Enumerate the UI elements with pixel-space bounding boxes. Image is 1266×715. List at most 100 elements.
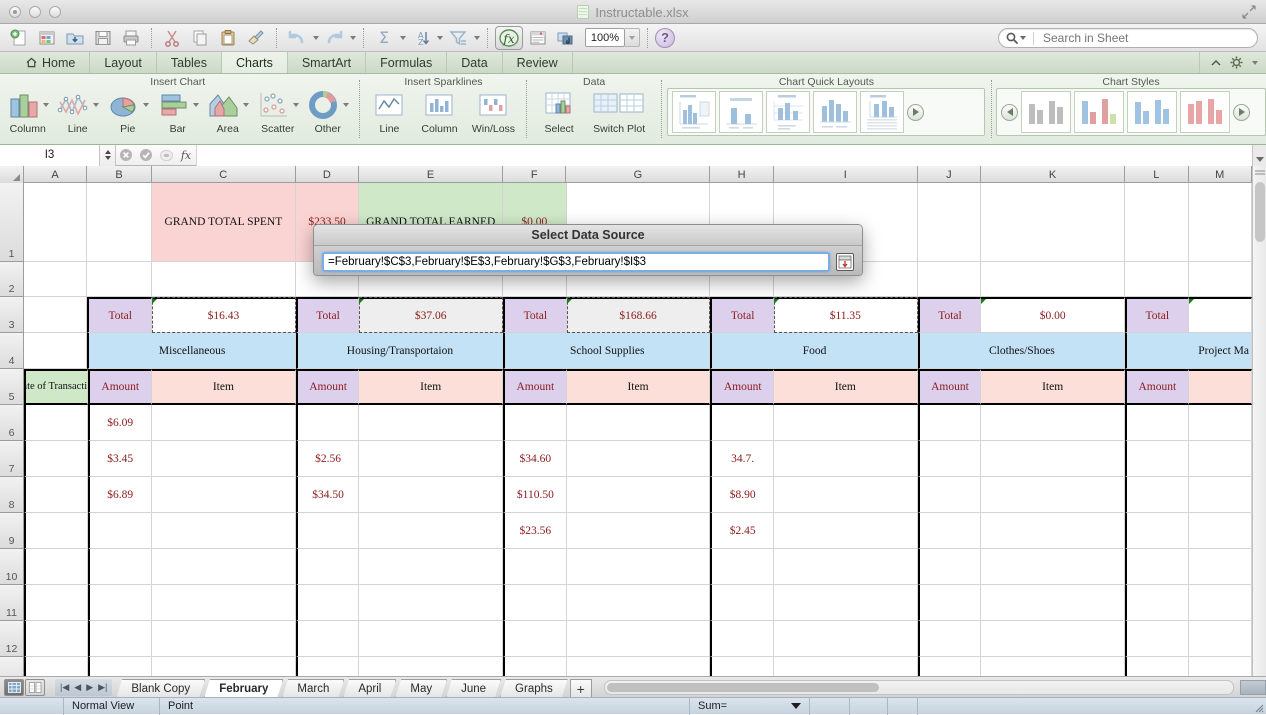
cell-H11[interactable]	[710, 585, 774, 621]
sheet-tab-june[interactable]: June	[446, 679, 501, 698]
collapse-dialog-icon[interactable]	[836, 252, 854, 271]
cell-E4[interactable]: Housing/Transportaion	[295, 333, 504, 369]
cell-L6[interactable]	[1125, 405, 1189, 441]
cell-C5[interactable]: Item	[151, 369, 296, 405]
cell-F7[interactable]: $34.60	[503, 441, 567, 477]
format-painter-icon[interactable]	[243, 26, 269, 50]
cell-H7[interactable]: 34.7.	[710, 441, 774, 477]
cell-K7[interactable]	[981, 441, 1126, 477]
column-header-H[interactable]: H	[710, 166, 774, 183]
cell-K8[interactable]	[981, 477, 1126, 513]
paste-icon[interactable]	[215, 26, 241, 50]
cell-E3[interactable]: $37.06	[359, 297, 504, 333]
cell-M11[interactable]	[1188, 585, 1253, 621]
chart-scatter-button[interactable]: Scatter	[253, 88, 303, 135]
cell-C1[interactable]: GRAND TOTAL SPENT	[151, 183, 296, 262]
scatter-chart-caret-icon[interactable]	[292, 103, 299, 107]
cell-C9[interactable]	[151, 513, 296, 549]
cell-A8[interactable]	[24, 477, 88, 513]
formula-builder-icon[interactable]: fx	[495, 25, 523, 50]
column-header-E[interactable]: E	[359, 166, 503, 183]
quick-layout-thumb-1[interactable]	[672, 91, 717, 133]
formula-input[interactable]	[196, 144, 1252, 166]
expand-window-icon[interactable]	[1242, 5, 1256, 19]
cell-A7[interactable]	[24, 441, 88, 477]
next-sheet-icon[interactable]: ▶	[86, 682, 93, 693]
scroll-split-handle[interactable]	[1254, 167, 1266, 179]
cell-B8[interactable]: $6.89	[87, 477, 152, 513]
row-header-5[interactable]: 5	[0, 369, 24, 405]
sheet-tab-march[interactable]: March	[282, 679, 344, 698]
copy-icon[interactable]	[187, 26, 213, 50]
cell-E7[interactable]	[359, 441, 504, 477]
cell-J2[interactable]	[917, 262, 982, 297]
column-header-L[interactable]: L	[1125, 166, 1189, 183]
cell-E11[interactable]	[359, 585, 504, 621]
sheet-tab-may[interactable]: May	[395, 679, 447, 698]
undo-caret-icon[interactable]	[313, 35, 319, 40]
quick-layout-thumb-4[interactable]	[813, 91, 858, 133]
cell-L3[interactable]: Total	[1125, 297, 1189, 333]
cell-H12[interactable]	[710, 621, 774, 657]
cell-G7[interactable]	[566, 441, 711, 477]
gear-icon[interactable]	[1230, 56, 1243, 69]
cell-B3[interactable]: Total	[87, 297, 152, 333]
cell-G5[interactable]: Item	[566, 369, 711, 405]
cell-G13[interactable]	[567, 657, 711, 676]
last-sheet-icon[interactable]: ▶|	[98, 682, 107, 693]
minimize-button[interactable]	[29, 5, 41, 18]
cell-K9[interactable]	[981, 513, 1126, 549]
cell-B6[interactable]: $6.09	[87, 405, 152, 441]
cell-L1[interactable]	[1125, 183, 1189, 262]
cell-D5[interactable]: Amount	[295, 369, 360, 405]
chart-style-thumb-3[interactable]	[1127, 91, 1177, 133]
cell-F13[interactable]	[503, 657, 567, 676]
cell-L12[interactable]	[1125, 621, 1189, 657]
cell-H6[interactable]	[710, 405, 774, 441]
cell-M5[interactable]	[1188, 369, 1253, 405]
cell-F6[interactable]	[503, 405, 567, 441]
cell-F3[interactable]: Total	[503, 297, 567, 333]
collapse-ribbon-icon[interactable]	[1210, 58, 1222, 68]
cell-G4[interactable]: School Supplies	[503, 333, 711, 369]
cell-H5[interactable]: Amount	[710, 369, 774, 405]
cell-J5[interactable]: Amount	[917, 369, 982, 405]
cell-C3[interactable]: $16.43	[151, 297, 296, 333]
filter-caret-icon[interactable]	[474, 35, 480, 40]
select-all-corner[interactable]	[0, 166, 24, 183]
cell-L7[interactable]	[1125, 441, 1189, 477]
cell-I6[interactable]	[773, 405, 918, 441]
cell-A10[interactable]	[24, 549, 88, 585]
tab-charts[interactable]: Charts	[222, 52, 288, 73]
cell-B11[interactable]	[87, 585, 152, 621]
undo-icon[interactable]	[284, 26, 310, 50]
media-browser-icon[interactable]	[553, 26, 579, 50]
cell-L8[interactable]	[1125, 477, 1189, 513]
sparkline-winloss-button[interactable]: Win/Loss	[464, 88, 522, 135]
cell-J1[interactable]	[917, 183, 982, 262]
cell-M7[interactable]	[1188, 441, 1253, 477]
row-header-3[interactable]: 3	[0, 297, 24, 333]
resize-grip-icon[interactable]	[1252, 701, 1264, 713]
cell-I4[interactable]: Food	[710, 333, 918, 369]
cell-D13[interactable]	[295, 657, 360, 676]
tab-formulas[interactable]: Formulas	[366, 52, 448, 73]
cell-C10[interactable]	[151, 549, 296, 585]
redo-caret-icon[interactable]	[350, 35, 356, 40]
cell-M3[interactable]	[1188, 297, 1253, 333]
cell-A13[interactable]	[24, 657, 88, 676]
line-chart-caret-icon[interactable]	[92, 103, 99, 107]
page-layout-view-button[interactable]	[25, 678, 45, 696]
search-in-sheet[interactable]	[998, 28, 1258, 48]
cell-I8[interactable]	[773, 477, 918, 513]
cell-I7[interactable]	[773, 441, 918, 477]
row-header-6[interactable]: 6	[0, 405, 24, 441]
cell-C13[interactable]	[152, 657, 296, 676]
quick-layouts-next-button[interactable]	[907, 103, 925, 121]
cell-A12[interactable]	[24, 621, 88, 657]
column-header-I[interactable]: I	[774, 166, 918, 183]
redo-icon[interactable]	[321, 26, 347, 50]
accept-icon[interactable]	[136, 145, 156, 166]
sum-caret-icon[interactable]	[791, 703, 801, 709]
column-header-F[interactable]: F	[503, 166, 567, 183]
